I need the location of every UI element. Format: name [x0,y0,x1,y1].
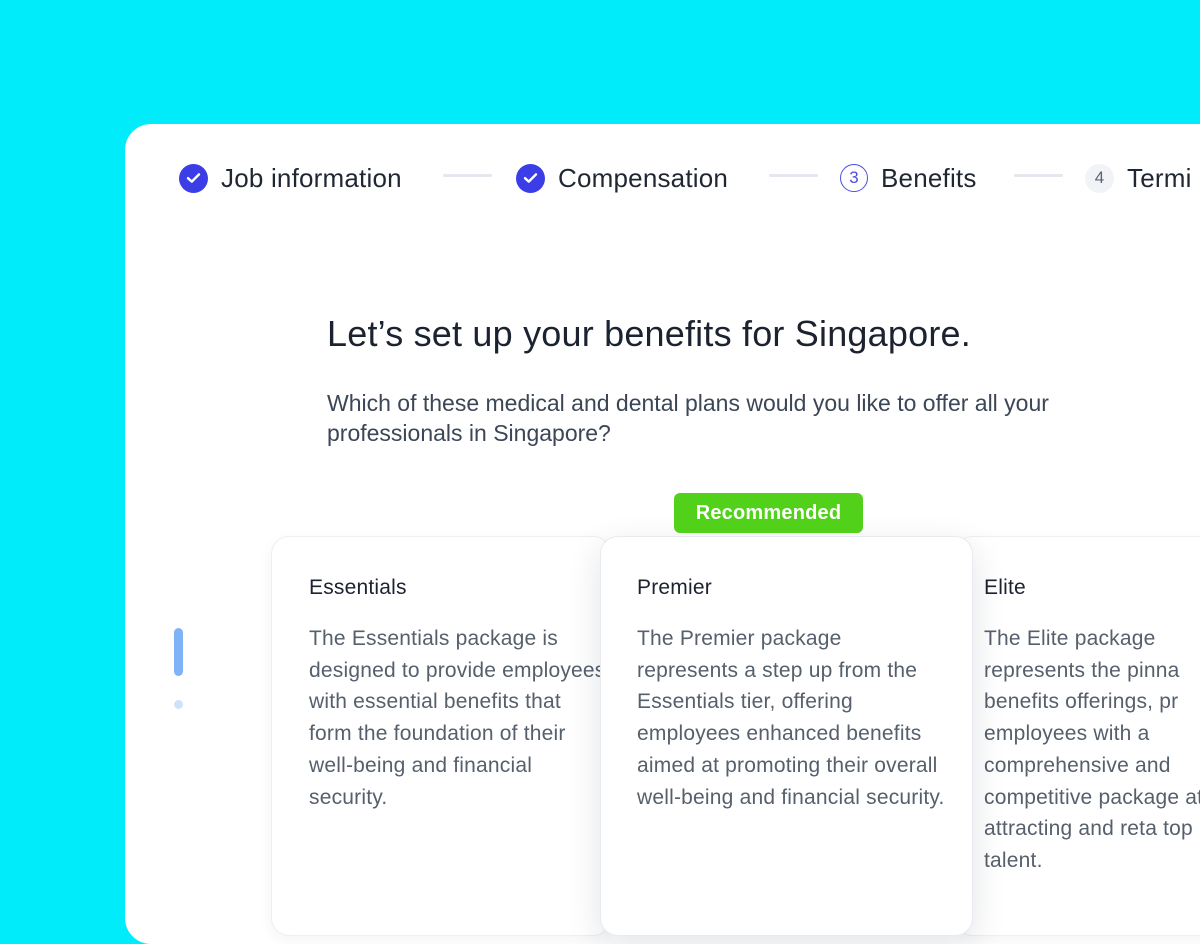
step-label: Benefits [881,162,977,193]
stepper: Job information Compensation 3 Benefits … [179,160,1200,196]
plan-card-premier[interactable]: Premier The Premier package represents a… [600,536,973,936]
plan-description: The Elite package represents the pinna b… [984,627,1200,872]
step-benefits[interactable]: 3 Benefits [840,160,977,196]
scroll-indicator-active[interactable] [174,628,183,676]
check-icon [516,163,545,193]
page-title: Let’s set up your benefits for Singapore… [327,313,971,354]
step-number: 3 [840,164,868,192]
step-label: Compensation [558,162,729,193]
check-icon [179,163,208,193]
plan-name: Premier [637,576,712,599]
step-number: 4 [1085,163,1114,193]
plan-name: Elite [984,576,1026,599]
step-compensation[interactable]: Compensation [516,160,728,196]
plan-name: Essentials [309,576,407,599]
plan-description: The Essentials package is designed to pr… [309,627,606,809]
plan-card-elite[interactable]: Elite The Elite package represents the p… [955,536,1200,936]
step-label: Job information [221,162,402,193]
plan-description: The Premier package represents a step up… [637,627,945,809]
recommended-badge: Recommended [674,493,863,533]
plan-card-essentials[interactable]: Essentials The Essentials package is des… [271,536,611,936]
step-termination[interactable]: 4 Termi [1085,160,1192,196]
page-subtitle: Which of these medical and dental plans … [327,390,1049,446]
step-job-information[interactable]: Job information [179,160,402,196]
scroll-indicator-dot[interactable] [174,700,183,709]
step-label: Termi [1127,162,1192,193]
